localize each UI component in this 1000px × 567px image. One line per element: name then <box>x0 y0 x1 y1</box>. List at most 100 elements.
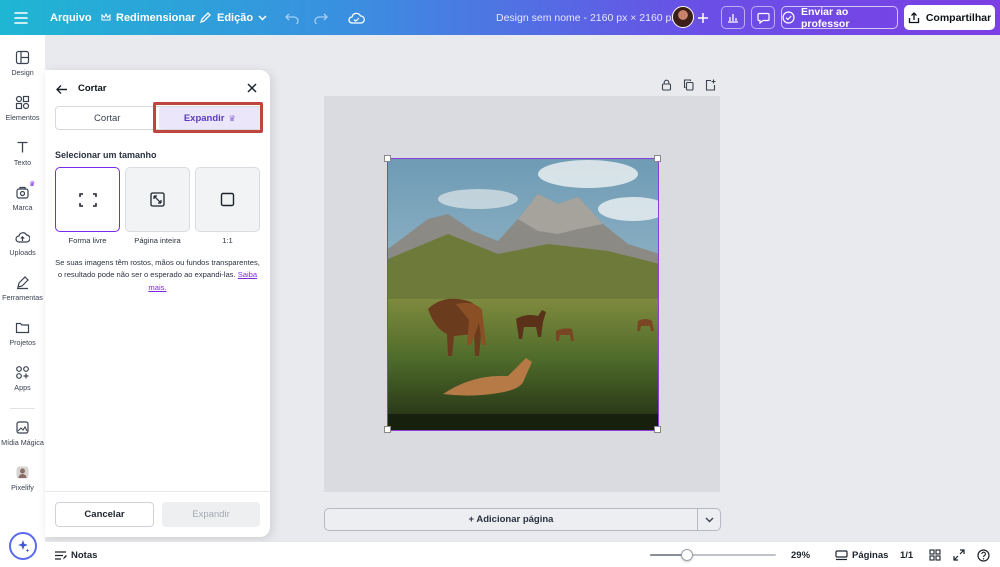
menu-button[interactable] <box>14 0 28 35</box>
zoom-slider[interactable] <box>650 549 776 561</box>
chevron-down-icon <box>705 517 713 522</box>
cancel-button[interactable]: Cancelar <box>55 502 154 527</box>
file-menu[interactable]: Arquivo <box>50 0 92 35</box>
sidebar-item-label: Design <box>11 68 34 77</box>
help-button[interactable] <box>977 542 990 567</box>
zoom-level[interactable]: 29% <box>791 542 810 567</box>
resize-handle-top-left[interactable] <box>384 155 391 162</box>
resize-handle-bottom-right[interactable] <box>654 426 661 433</box>
insights-button[interactable] <box>721 6 745 29</box>
sidebar-item-brand[interactable]: ♛ Marca <box>0 181 45 212</box>
shapes-icon <box>15 95 30 110</box>
sparkle-icon <box>18 540 30 553</box>
sidebar-item-text[interactable]: Texto <box>0 140 45 167</box>
sidebar-item-label: Mídia Mágica <box>1 438 44 447</box>
sidebar-item-tools[interactable]: Ferramentas <box>0 275 45 302</box>
sidebar-item-label: Marca <box>12 203 33 212</box>
sidebar-item-design[interactable]: Design <box>0 50 45 77</box>
info-message: Se suas imagens têm rostos, mãos ou fund… <box>55 258 260 280</box>
send-to-teacher-label: Enviar ao professor <box>801 5 850 30</box>
page-toolbar <box>661 78 716 96</box>
sidebar-item-magic-media[interactable]: Mídia Mágica <box>0 420 45 447</box>
square-icon <box>220 192 235 207</box>
sidebar-divider <box>10 408 35 409</box>
layout-icon <box>15 50 30 65</box>
panel-divider <box>45 491 270 492</box>
sidebar-item-projects[interactable]: Projetos <box>0 320 45 347</box>
magic-media-icon <box>16 421 29 434</box>
sidebar-item-uploads[interactable]: Uploads <box>0 230 45 257</box>
add-page-button[interactable]: + Adicionar página <box>324 508 698 531</box>
notes-icon <box>55 550 67 560</box>
size-option-square[interactable] <box>195 167 260 232</box>
notes-button[interactable]: Notas <box>54 542 97 567</box>
pages-button[interactable]: Páginas <box>835 542 888 567</box>
undo-button[interactable] <box>285 0 299 35</box>
sidebar-item-label: Elementos <box>5 113 40 122</box>
brand-icon <box>16 186 29 199</box>
landscape-photo[interactable] <box>387 158 659 431</box>
add-page-dropdown[interactable] <box>698 508 721 531</box>
lock-button[interactable] <box>661 78 672 96</box>
share-label: Compartilhar <box>925 11 992 24</box>
fullscreen-button[interactable] <box>953 542 965 567</box>
duplicate-page-button[interactable] <box>683 78 694 96</box>
zoom-slider-thumb[interactable] <box>681 549 693 561</box>
expand-arrows-icon <box>953 549 965 561</box>
design-title[interactable]: Design sem nome - 2160 px × 2160 px <box>496 0 677 35</box>
save-status-button[interactable] <box>348 0 365 35</box>
top-bar: Arquivo Redimensionar Edição Design sem … <box>0 0 1000 35</box>
chevron-down-icon <box>258 14 267 21</box>
grid-view-button[interactable] <box>929 542 941 567</box>
pen-tool-icon <box>17 276 29 290</box>
section-label: Selecionar um tamanho <box>55 150 157 160</box>
add-collaborator-button[interactable] <box>697 0 709 35</box>
edit-mode-label: Edição <box>217 11 254 24</box>
share-button[interactable]: Compartilhar <box>904 5 995 30</box>
avatar[interactable] <box>672 6 694 28</box>
crop-panel: Cortar Cortar Expandir ♛ Selecionar um t… <box>45 70 270 537</box>
send-to-teacher-button[interactable]: Enviar ao professor <box>781 5 898 30</box>
size-option-full-page[interactable] <box>125 167 190 232</box>
tab-expand[interactable]: Expandir ♛ <box>158 107 261 129</box>
folder-icon <box>15 322 30 334</box>
size-option-freeform[interactable] <box>55 167 120 232</box>
resize-handle-top-right[interactable] <box>654 155 661 162</box>
sidebar-item-elements[interactable]: Elementos <box>0 95 45 122</box>
tab-expand-label: Expandir <box>183 112 225 124</box>
sidebar-item-pixelify[interactable]: Pixelify <box>0 465 45 492</box>
freeform-icon <box>78 192 97 207</box>
left-sidebar: Design Elementos Texto ♛ Marca Uploads F… <box>0 35 45 567</box>
magic-assistant-button[interactable] <box>9 532 37 560</box>
close-icon <box>247 83 257 93</box>
text-icon <box>17 141 28 153</box>
resize-button[interactable]: Redimensionar <box>101 0 195 35</box>
add-page-button-small[interactable] <box>705 78 716 96</box>
crown-icon: ♛ <box>29 181 36 188</box>
resize-handle-bottom-left[interactable] <box>384 426 391 433</box>
comment-icon <box>756 12 770 24</box>
grid-icon <box>929 549 941 561</box>
notes-label: Notas <box>71 549 98 561</box>
back-button[interactable] <box>56 82 68 100</box>
sidebar-item-label: Pixelify <box>11 483 34 492</box>
sidebar-item-label: Ferramentas <box>2 293 43 302</box>
expand-button[interactable]: Expandir <box>162 502 260 527</box>
close-button[interactable] <box>246 81 258 99</box>
redo-button[interactable] <box>314 0 328 35</box>
info-text: Se suas imagens têm rostos, mãos ou fund… <box>55 257 260 294</box>
hamburger-icon <box>14 11 28 24</box>
crown-icon <box>101 13 111 22</box>
cloud-check-icon <box>348 12 365 24</box>
full-page-icon <box>150 192 165 207</box>
sidebar-item-apps[interactable]: Apps <box>0 365 45 392</box>
page-count: 1/1 <box>900 549 914 561</box>
file-menu-label: Arquivo <box>50 11 92 24</box>
edit-mode-dropdown[interactable]: Edição <box>199 0 267 35</box>
pencil-icon <box>199 11 212 24</box>
panel-title: Cortar <box>78 83 107 94</box>
bar-chart-icon <box>727 12 739 23</box>
tab-crop[interactable]: Cortar <box>56 107 159 129</box>
comments-button[interactable] <box>751 6 775 29</box>
photo-image <box>388 159 658 430</box>
